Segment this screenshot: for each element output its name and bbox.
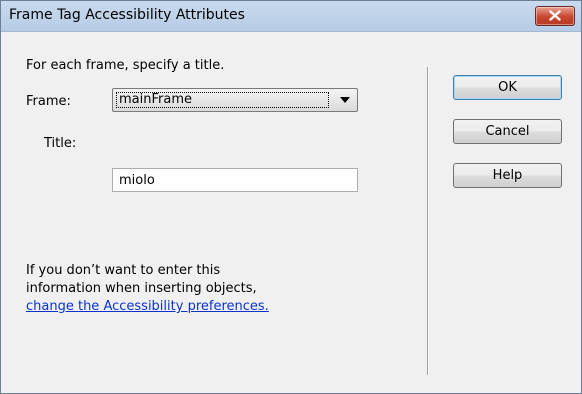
frame-label: Frame: [26,94,71,109]
frame-select[interactable]: mainFrame [112,88,358,112]
instruction-text: For each frame, specify a title. [26,58,225,73]
title-bar[interactable]: Frame Tag Accessibility Attributes [1,1,581,32]
dialog-window: Frame Tag Accessibility Attributes For e… [0,0,582,394]
close-icon [549,10,561,21]
frame-select-value: mainFrame [119,92,192,107]
help-button[interactable]: Help [453,163,562,188]
vertical-divider [427,67,429,375]
title-input[interactable] [112,168,358,192]
close-button[interactable] [535,6,575,26]
title-label: Title: [44,136,77,151]
info-text-line1: If you don’t want to enter this [26,263,221,278]
chevron-down-icon [340,97,350,103]
cancel-button[interactable]: Cancel [453,119,562,144]
accessibility-preferences-link[interactable]: change the Accessibility preferences. [26,299,269,314]
ok-button[interactable]: OK [453,75,562,100]
info-text-line2: information when inserting objects, [26,281,257,296]
window-title: Frame Tag Accessibility Attributes [9,7,245,23]
